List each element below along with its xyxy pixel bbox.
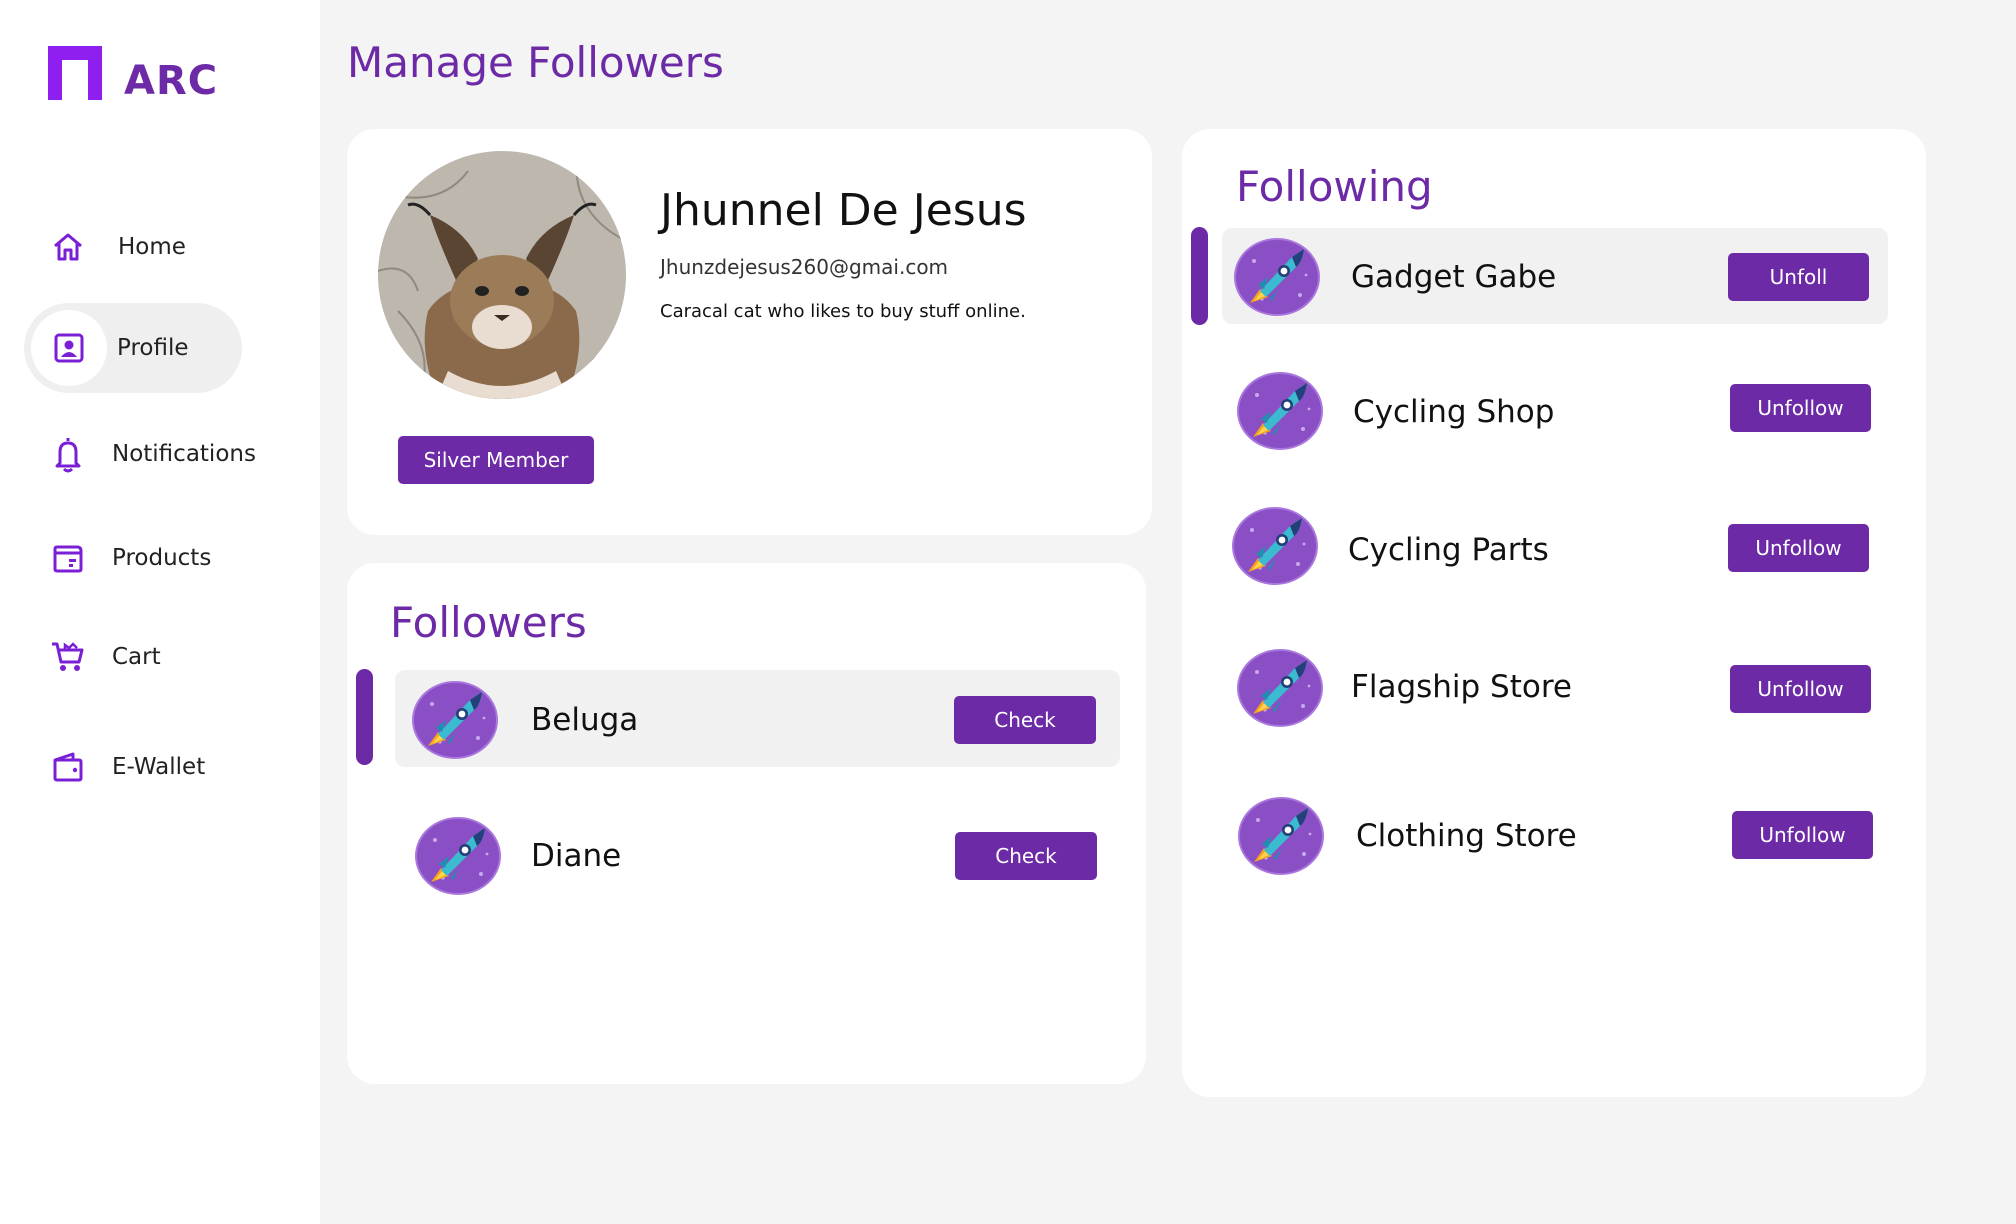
unfollow-button[interactable]: Unfollow	[1730, 665, 1871, 713]
sidebar-item-notifications[interactable]: Notifications	[24, 409, 256, 499]
profile-email: Jhunzdejesus260@gmai.com	[660, 255, 949, 279]
rocket-avatar-icon	[1234, 237, 1320, 317]
list-item[interactable]: Clothing Store Unfollow	[1222, 788, 1888, 884]
sidebar-item-label: Profile	[117, 335, 189, 361]
following-card: Following Gadget Gabe Unfoll Cycling Sho…	[1182, 129, 1926, 1097]
check-button[interactable]: Check	[955, 832, 1097, 880]
followers-title: Followers	[390, 598, 587, 647]
sidebar-item-home[interactable]: Home	[24, 202, 186, 292]
selected-indicator	[356, 669, 373, 765]
following-name: Clothing Store	[1356, 818, 1577, 854]
rocket-avatar-icon	[412, 680, 498, 760]
list-item[interactable]: Flagship Store Unfollow	[1222, 640, 1888, 736]
logo-text: ARC	[124, 58, 219, 104]
sidebar-item-label: Products	[112, 545, 212, 571]
following-title: Following	[1236, 162, 1433, 211]
follower-name: Diane	[531, 838, 622, 874]
profile-avatar	[378, 151, 626, 399]
app-logo[interactable]: ARC	[46, 44, 218, 104]
list-item[interactable]: Cycling Shop Unfollow	[1222, 363, 1888, 459]
following-name: Cycling Parts	[1348, 532, 1549, 568]
sidebar-item-e-wallet[interactable]: E-Wallet	[24, 722, 205, 812]
page-title: Manage Followers	[347, 38, 724, 87]
sidebar-item-products[interactable]: Products	[24, 513, 211, 603]
sidebar-item-label: E-Wallet	[112, 754, 206, 780]
check-button[interactable]: Check	[954, 696, 1096, 744]
profile-card: Jhunnel De Jesus Jhunzdejesus260@gmai.co…	[347, 129, 1152, 535]
home-icon	[48, 227, 88, 267]
cart-icon	[48, 637, 88, 677]
arc-logo-icon	[46, 44, 104, 100]
unfollow-button[interactable]: Unfollow	[1730, 384, 1871, 432]
sidebar: ARC Home Profile Notifications Products …	[0, 0, 320, 1224]
unfollow-button[interactable]: Unfollow	[1732, 811, 1873, 859]
bell-icon	[48, 434, 88, 474]
list-item[interactable]: Cycling Parts Unfollow	[1222, 502, 1888, 598]
selected-indicator	[1191, 227, 1208, 325]
sidebar-item-cart[interactable]: Cart	[24, 612, 161, 702]
sidebar-item-label: Home	[118, 234, 186, 260]
sidebar-item-label: Cart	[112, 644, 161, 670]
profile-name: Jhunnel De Jesus	[660, 185, 1027, 236]
membership-badge: Silver Member	[398, 436, 594, 484]
rocket-avatar-icon	[1232, 506, 1318, 586]
following-name: Flagship Store	[1351, 669, 1572, 705]
products-icon	[48, 538, 88, 578]
followers-card: Followers Beluga Check Diane Check	[347, 563, 1146, 1084]
sidebar-item-profile[interactable]: Profile	[24, 303, 242, 393]
following-name: Gadget Gabe	[1351, 259, 1557, 295]
unfollow-button[interactable]: Unfoll	[1728, 253, 1869, 301]
profile-bio: Caracal cat who likes to buy stuff onlin…	[660, 301, 1026, 322]
rocket-avatar-icon	[1237, 648, 1323, 728]
list-item[interactable]: Diane Check	[395, 806, 1120, 903]
rocket-avatar-icon	[1237, 371, 1323, 451]
rocket-avatar-icon	[1238, 796, 1324, 876]
sidebar-item-label: Notifications	[112, 441, 256, 467]
unfollow-button[interactable]: Unfollow	[1728, 524, 1869, 572]
rocket-avatar-icon	[415, 816, 501, 896]
follower-name: Beluga	[531, 702, 639, 738]
list-item[interactable]: Beluga Check	[395, 670, 1120, 767]
wallet-icon	[48, 747, 88, 787]
profile-icon	[31, 310, 107, 386]
following-name: Cycling Shop	[1353, 394, 1555, 430]
list-item[interactable]: Gadget Gabe Unfoll	[1222, 228, 1888, 324]
